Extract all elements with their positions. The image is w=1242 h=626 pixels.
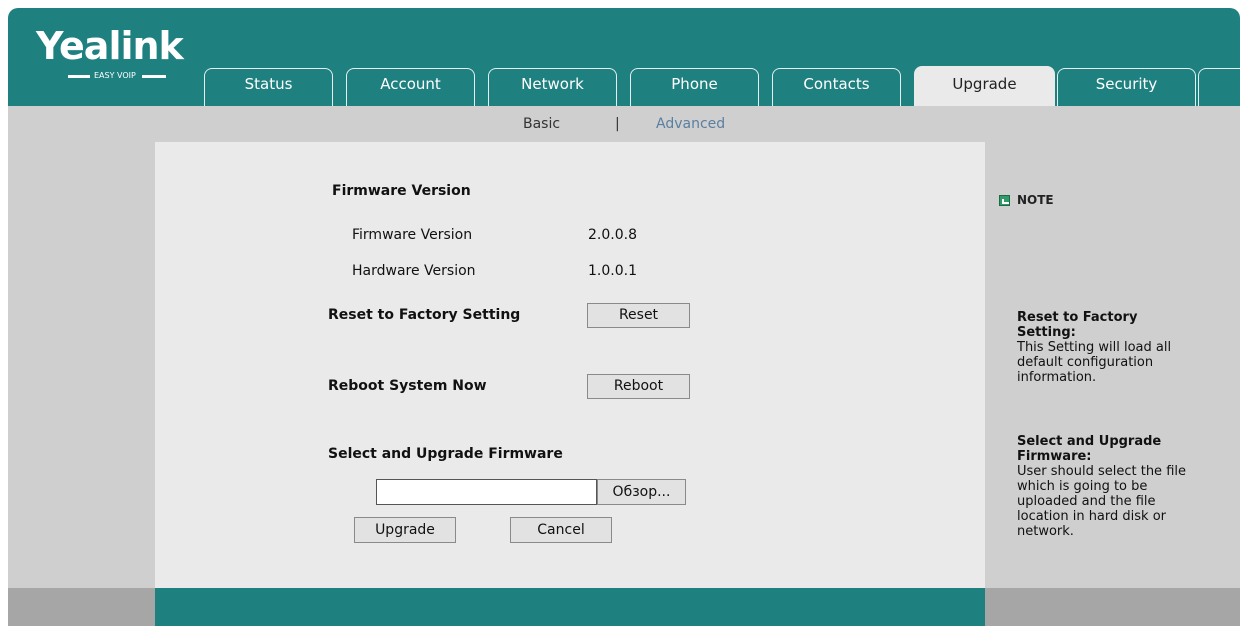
- firmware-heading: Firmware Version: [332, 183, 471, 199]
- upgrade-button[interactable]: Upgrade: [354, 517, 456, 543]
- tab-network[interactable]: Network: [488, 68, 617, 106]
- brand-logo: Yealink: [36, 24, 184, 68]
- sub-navigation: Basic | Advanced: [8, 106, 1240, 142]
- tab-upgrade[interactable]: Upgrade: [914, 66, 1055, 106]
- hardware-version-label: Hardware Version: [352, 263, 476, 279]
- tab-security[interactable]: Security: [1057, 68, 1196, 106]
- left-column: [8, 142, 155, 588]
- tab-contacts[interactable]: Contacts: [772, 68, 901, 106]
- firmware-file-input[interactable]: [376, 479, 597, 505]
- cancel-button[interactable]: Cancel: [510, 517, 612, 543]
- brand-tagline: EASY VOIP: [68, 71, 166, 81]
- reset-label: Reset to Factory Setting: [328, 307, 521, 323]
- note-reset-help: Reset to Factory Setting: This Setting w…: [1017, 310, 1172, 385]
- tab-status[interactable]: Status: [204, 68, 333, 106]
- subnav-basic[interactable]: Basic: [523, 116, 560, 132]
- footer-right: [985, 588, 1240, 626]
- header-bar: Yealink EASY VOIP Status Account Network…: [8, 8, 1240, 106]
- tab-overflow: [1198, 68, 1240, 106]
- reset-button[interactable]: Reset: [587, 303, 690, 328]
- firmware-version-value: 2.0.0.8: [588, 227, 637, 243]
- footer-left: [8, 588, 155, 626]
- note-title: NOTE: [1017, 193, 1054, 207]
- tab-phone[interactable]: Phone: [630, 68, 759, 106]
- browse-button[interactable]: Обзор...: [597, 479, 686, 505]
- reboot-label: Reboot System Now: [328, 378, 487, 394]
- subnav-advanced[interactable]: Advanced: [656, 116, 725, 132]
- firmware-version-label: Firmware Version: [352, 227, 473, 243]
- footer-bar: [155, 588, 985, 626]
- subnav-separator: |: [615, 116, 620, 132]
- hardware-version-value: 1.0.0.1: [588, 263, 637, 279]
- upgrade-heading: Select and Upgrade Firmware: [328, 446, 563, 462]
- note-upgrade-help: Select and Upgrade Firmware: User should…: [1017, 434, 1186, 539]
- reboot-button[interactable]: Reboot: [587, 374, 690, 399]
- tab-account[interactable]: Account: [346, 68, 475, 106]
- page-frame: Yealink EASY VOIP Status Account Network…: [8, 8, 1240, 626]
- note-icon: [999, 195, 1010, 206]
